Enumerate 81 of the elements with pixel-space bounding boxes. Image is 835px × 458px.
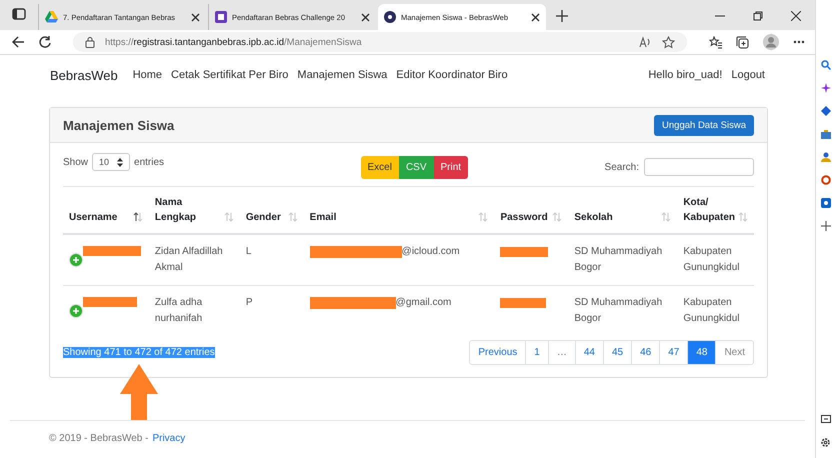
- read-aloud-icon[interactable]: [639, 36, 652, 48]
- nav-link[interactable]: Cetak Sertifikat Per Biro: [171, 69, 288, 81]
- sparkle-icon[interactable]: [820, 83, 830, 93]
- page-link[interactable]: …: [548, 341, 575, 364]
- table-cell: SD Muhammadiyah Bogor: [568, 234, 678, 286]
- column-header[interactable]: Email: [310, 210, 336, 225]
- table-cell: P: [240, 286, 304, 336]
- redaction-bar: [500, 247, 548, 257]
- column-header[interactable]: Sekolah: [574, 210, 613, 225]
- print-button[interactable]: Print: [434, 156, 468, 178]
- search-icon[interactable]: [820, 60, 830, 70]
- page-link[interactable]: 48: [687, 341, 716, 364]
- table-cell: Kabupaten Gunungkidul: [677, 286, 754, 336]
- footer-text: © 2019 - BebrasWeb -: [49, 433, 148, 444]
- greeting-link[interactable]: Hello biro_uad!: [648, 69, 722, 81]
- column-header[interactable]: Username: [69, 210, 118, 225]
- new-tab-icon[interactable]: [556, 10, 568, 22]
- diamond-icon[interactable]: [820, 106, 830, 116]
- table-cell-text: @icloud.com: [402, 245, 460, 259]
- show-label: Show: [63, 156, 88, 168]
- back-icon[interactable]: [12, 36, 25, 48]
- favorites-icon[interactable]: [709, 36, 722, 48]
- column-header[interactable]: Password: [500, 210, 548, 225]
- tab-actions-icon[interactable]: [12, 7, 26, 21]
- expand-icon[interactable]: [69, 253, 83, 267]
- refresh-icon[interactable]: [39, 36, 51, 48]
- table-cell: Kabupaten Gunungkidul: [677, 234, 754, 286]
- restore-icon[interactable]: [753, 11, 763, 21]
- panel-icon[interactable]: [820, 414, 830, 424]
- search-label: Search:: [604, 162, 639, 172]
- page-link[interactable]: Previous: [470, 341, 526, 364]
- page-link[interactable]: 45: [602, 341, 632, 364]
- redaction-bar: [83, 246, 141, 256]
- search-field[interactable]: [644, 158, 754, 176]
- form-icon: [215, 11, 227, 23]
- card-title: Manajemen Siswa: [63, 118, 174, 132]
- upload-button[interactable]: Unggah Data Siswa: [654, 114, 754, 136]
- entries-select[interactable]: 10: [92, 153, 130, 171]
- column-header[interactable]: Kota/ Kabupaten: [683, 195, 735, 225]
- brand-link[interactable]: BebrasWeb: [50, 68, 118, 82]
- page-link[interactable]: 44: [574, 341, 603, 364]
- page-link[interactable]: Next: [715, 341, 753, 364]
- table-cell: SD Muhammadiyah Bogor: [568, 286, 678, 336]
- nav-link[interactable]: Editor Koordinator Biro: [396, 69, 508, 81]
- profile-icon[interactable]: [763, 34, 779, 50]
- expand-icon[interactable]: [69, 304, 83, 318]
- favorite-icon[interactable]: [662, 36, 675, 48]
- table-cell-text: @gmail.com: [396, 296, 452, 310]
- table-cell: Zidan Alfadillah Akmal: [148, 234, 240, 286]
- collections-icon[interactable]: [736, 36, 749, 48]
- people-icon[interactable]: [820, 152, 830, 162]
- sort-icon[interactable]: [132, 212, 143, 222]
- redaction-bar: [83, 297, 137, 307]
- add-icon[interactable]: [820, 221, 830, 231]
- nav-link[interactable]: Home: [132, 69, 162, 81]
- ring-icon[interactable]: [820, 175, 830, 185]
- column-header[interactable]: Gender: [246, 210, 281, 225]
- settings-icon[interactable]: [820, 437, 831, 448]
- arrow-icon: [120, 364, 158, 420]
- privacy-link[interactable]: Privacy: [152, 433, 186, 444]
- close-icon[interactable]: [191, 12, 200, 22]
- logout-link[interactable]: Logout: [731, 69, 765, 81]
- close-icon[interactable]: [791, 11, 801, 21]
- more-icon[interactable]: [793, 40, 805, 44]
- table-cell: Zulfa adha nurhanifah: [148, 286, 240, 336]
- close-icon[interactable]: [361, 12, 370, 22]
- entries-info: Showing 471 to 472 of 472 entries: [63, 347, 215, 358]
- lock-icon: [85, 36, 95, 48]
- address-bar[interactable]: https://registrasi.tantanganbebras.ipb.ac.id/ManajemenSiswa: [73, 32, 687, 52]
- close-icon[interactable]: [531, 12, 540, 22]
- column-header[interactable]: Nama Lengkap: [154, 195, 221, 225]
- entries-label: entries: [134, 156, 164, 168]
- briefcase-icon[interactable]: [820, 129, 830, 139]
- excel-button[interactable]: Excel: [360, 156, 399, 178]
- page-link[interactable]: 1: [525, 341, 548, 364]
- spinner-icon: [117, 158, 124, 166]
- page-link[interactable]: 46: [631, 341, 660, 364]
- redaction-bar: [500, 298, 546, 308]
- triangle-icon: [45, 11, 58, 23]
- table-cell: L: [240, 234, 304, 286]
- nav-link[interactable]: Manajemen Siswa: [297, 69, 388, 81]
